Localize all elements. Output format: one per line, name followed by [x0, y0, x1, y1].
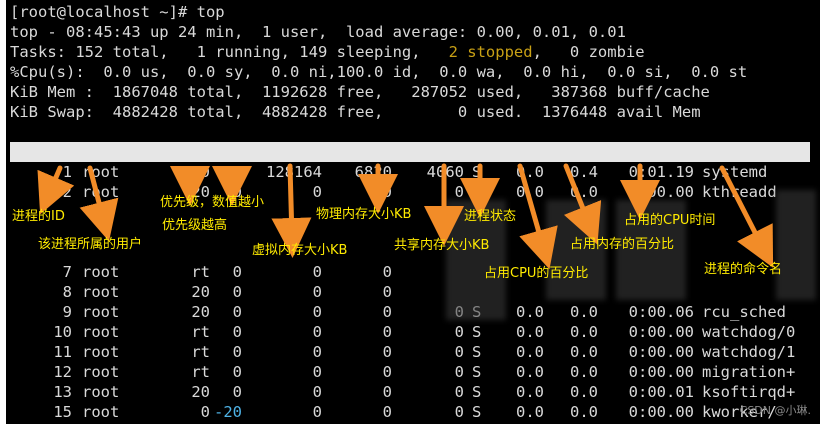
virt-arrow — [271, 163, 312, 258]
cpu-arrow — [517, 163, 558, 270]
annotation-cpu: 占用CPU的百分比 — [484, 266, 589, 281]
annotation-command: 进程的命令名 — [704, 262, 783, 277]
annotation-pid: 进程的ID — [12, 209, 65, 224]
user-arrow — [79, 165, 119, 242]
annotation-time: 占用的CPU时间 — [624, 213, 716, 228]
annotation-shr: 共享内存大小KB — [394, 238, 490, 253]
annotation-state: 进程状态 — [464, 209, 517, 224]
annotation-mem: 占用内存的百分比 — [570, 237, 675, 252]
annotation-user: 该进程所属的用户 — [38, 237, 143, 252]
annotation-res: 物理内存大小KB — [316, 207, 412, 222]
pid-arrow — [37, 165, 75, 215]
command-arrow — [719, 165, 774, 268]
annotation-priority: 优先级，数值越小 — [160, 195, 265, 210]
annotation-priority-2: 优先级越高 — [162, 218, 228, 233]
annotation-virt: 虚拟内存大小KB — [252, 243, 348, 258]
mem-arrow — [563, 163, 602, 245]
watermark: CSDN @小琳. — [739, 404, 811, 417]
